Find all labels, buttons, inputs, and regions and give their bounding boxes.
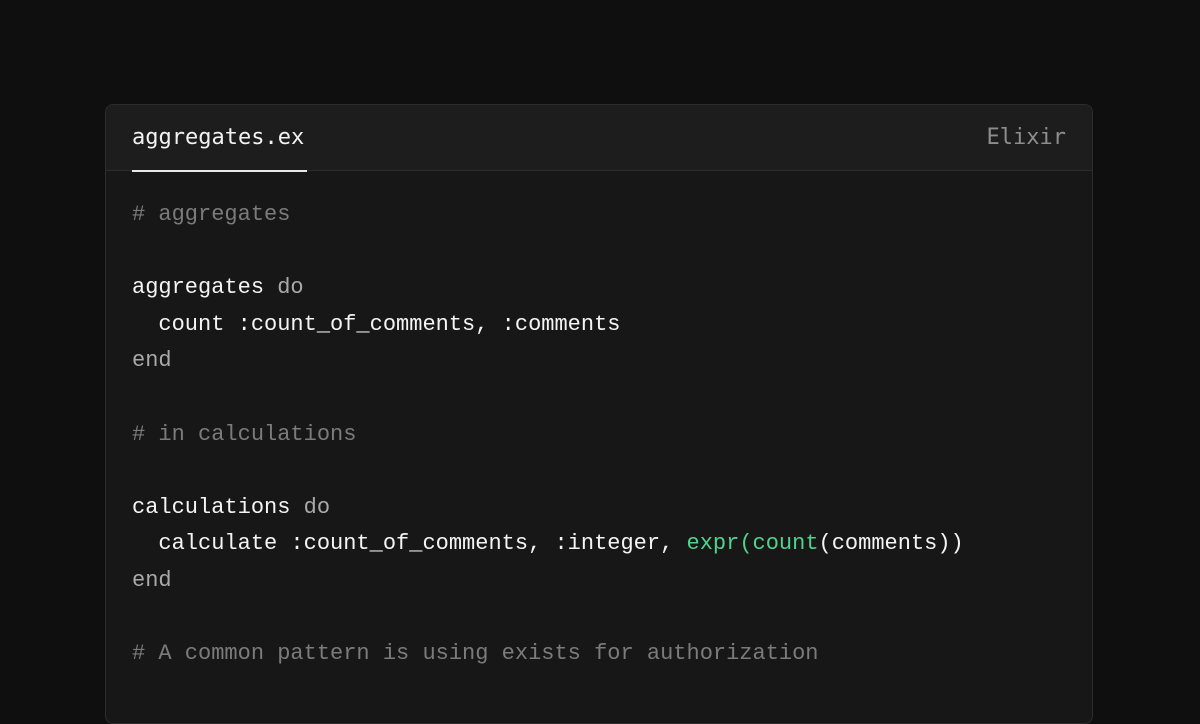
code-line: calculations do xyxy=(132,490,964,527)
code-line: end xyxy=(132,563,964,600)
code-text: calculate :count_of_comments, :integer, xyxy=(132,531,687,557)
code-panel: aggregates.ex Elixir # aggregates aggrega… xyxy=(105,104,1093,724)
code-keyword: do xyxy=(264,275,304,301)
code-comment: # in calculations xyxy=(132,421,357,447)
active-tab-indicator xyxy=(132,170,308,172)
code-keyword: end xyxy=(132,348,172,374)
language-label: Elixir xyxy=(986,125,1066,150)
code-line: calculate :count_of_comments, :integer, … xyxy=(132,526,964,563)
code-text: calculations xyxy=(132,494,291,520)
code-text: count :count_of_comments, :comments xyxy=(132,311,621,337)
tab-label: aggregates.ex xyxy=(132,125,305,150)
code-paren: ( xyxy=(739,531,753,557)
code-line: # A common pattern is using exists for a… xyxy=(132,636,964,673)
code-line: aggregates do xyxy=(132,270,964,307)
code-line: count :count_of_comments, :comments xyxy=(132,307,964,344)
code-keyword: end xyxy=(132,567,172,593)
code-line: end xyxy=(132,343,964,380)
code-function: count xyxy=(752,531,819,557)
code-comment: # A common pattern is using exists for a… xyxy=(132,641,819,667)
code-keyword: do xyxy=(290,494,331,520)
tab-aggregates-ex[interactable]: aggregates.ex xyxy=(132,105,308,172)
code-comment: # aggregates xyxy=(132,202,291,227)
code-text: aggregates xyxy=(132,275,265,301)
code-function: expr xyxy=(686,531,740,557)
code-text: (comments)) xyxy=(818,531,964,557)
code-line: # aggregates xyxy=(132,197,964,234)
code-panel-header: aggregates.ex Elixir xyxy=(106,105,1092,172)
code-block: # aggregates aggregates do count :count_o… xyxy=(132,197,964,673)
code-line: # in calculations xyxy=(132,417,964,454)
